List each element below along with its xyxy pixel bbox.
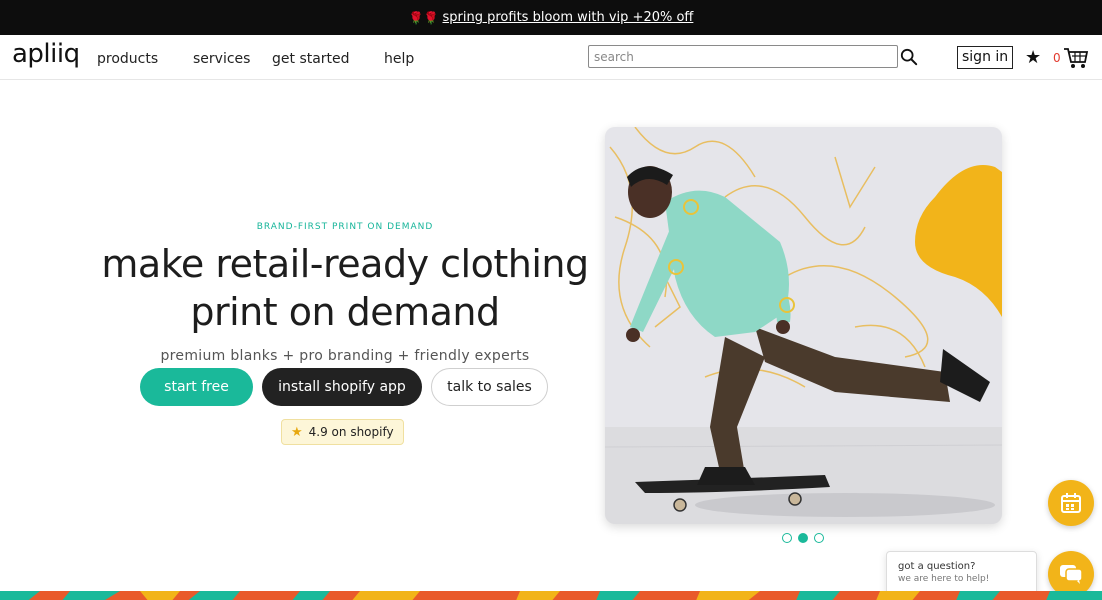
hero-eyebrow: BRAND-FIRST PRINT ON DEMAND: [256, 222, 434, 232]
nav-item-services[interactable]: services: [193, 51, 250, 67]
carousel-dots: [782, 533, 824, 543]
rose-icon: 🌹🌹: [408, 10, 439, 25]
carousel-dot-1[interactable]: [782, 533, 792, 543]
promo-link[interactable]: spring profits bloom with vip +20% off: [443, 10, 694, 25]
search-input[interactable]: [588, 45, 898, 68]
hero-text: BRAND-FIRST PRINT ON DEMAND make retail-…: [100, 222, 590, 364]
hero-subline: premium blanks + pro branding + friendly…: [160, 348, 530, 364]
rating-star-icon: ★: [291, 424, 303, 440]
nav-item-help[interactable]: help: [384, 51, 414, 67]
carousel-dot-3[interactable]: [814, 533, 824, 543]
nav-item-get-started[interactable]: get started: [272, 51, 350, 67]
promo-bar: 🌹🌹 spring profits bloom with vip +20% of…: [0, 0, 1102, 35]
nav-item-products[interactable]: products: [97, 51, 158, 67]
calendar-button[interactable]: [1048, 480, 1094, 526]
chat-title: got a question?: [898, 561, 976, 572]
hero-headline: make retail-ready clothing print on dema…: [100, 240, 590, 336]
chat-icon: [1060, 565, 1083, 584]
calendar-icon: [1061, 493, 1081, 513]
headline-line-1: make retail-ready clothing: [101, 242, 589, 286]
cart-icon[interactable]: [1063, 47, 1089, 69]
carousel-dot-2[interactable]: [798, 533, 808, 543]
hero-image: [605, 127, 1002, 524]
search-icon[interactable]: [900, 48, 918, 66]
talk-to-sales-button[interactable]: talk to sales: [431, 368, 548, 406]
headline-line-2: print on demand: [190, 290, 500, 334]
skateboarder-illustration: [605, 127, 1002, 524]
sign-in-button[interactable]: sign in: [957, 46, 1014, 69]
logo[interactable]: apliiq: [12, 39, 80, 69]
start-free-button[interactable]: start free: [140, 368, 253, 406]
shopify-rating-badge[interactable]: ★ 4.9 on shopify: [281, 419, 404, 445]
install-shopify-app-button[interactable]: install shopify app: [262, 368, 422, 406]
star-icon[interactable]: ★: [1025, 47, 1041, 68]
cart-count: 0: [1053, 51, 1061, 65]
search-box: [588, 45, 918, 68]
rating-text: 4.9 on shopify: [308, 425, 394, 439]
top-nav: apliiq products services get started hel…: [0, 35, 1102, 80]
chat-subtitle: we are here to help!: [898, 574, 990, 584]
pattern-strip: [0, 588, 1102, 600]
